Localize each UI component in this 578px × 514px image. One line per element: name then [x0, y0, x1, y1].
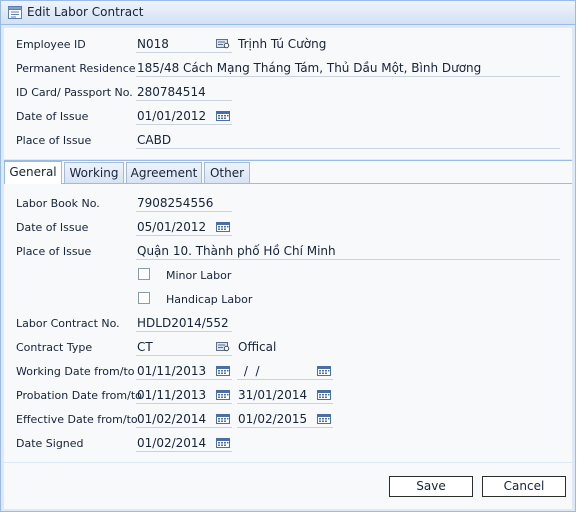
contract-type-label: Contract Type	[16, 341, 93, 354]
dialog-footer: Save Cancel	[4, 463, 572, 509]
effective-date-to-field[interactable]: 01/02/2015	[238, 412, 307, 426]
window-title: Edit Labor Contract	[27, 5, 144, 19]
contract-tab-panel: General Working Agreement Other Labor Bo…	[4, 160, 572, 462]
contract-type-name: Offical	[238, 340, 277, 354]
tab-agreement[interactable]: Agreement	[126, 162, 202, 183]
effective-date-label: Effective Date from/to	[16, 413, 138, 426]
date-of-issue-field[interactable]: 01/01/2012	[137, 109, 206, 123]
cancel-button[interactable]: Cancel	[482, 476, 566, 497]
calendar-icon[interactable]	[216, 438, 230, 448]
labor-book-date-field[interactable]: 05/01/2012	[137, 220, 206, 234]
tab-strip: General Working Agreement Other	[4, 161, 572, 184]
lookup-icon[interactable]	[216, 342, 230, 352]
working-date-from-field[interactable]: 01/11/2013	[137, 364, 206, 378]
employee-name: Trịnh Tú Cường	[238, 37, 327, 51]
lookup-icon[interactable]	[216, 39, 230, 49]
labor-book-date-label: Date of Issue	[16, 221, 89, 234]
tab-other[interactable]: Other	[204, 162, 250, 183]
calendar-icon[interactable]	[317, 390, 331, 400]
probation-date-to-field[interactable]: 31/01/2014	[238, 388, 307, 402]
handicap-labor-label: Handicap Labor	[166, 293, 253, 306]
employee-id-label: Employee ID	[16, 38, 86, 51]
handicap-labor-checkbox[interactable]	[138, 292, 150, 304]
labor-book-label: Labor Book No.	[16, 197, 100, 210]
title-bar[interactable]: Edit Labor Contract	[1, 1, 575, 25]
working-date-label: Working Date from/to	[16, 365, 135, 378]
permanent-residence-field[interactable]: 185/48 Cách Mạng Tháng Tám, Thủ Dầu Một,…	[137, 61, 481, 75]
date-signed-label: Date Signed	[16, 437, 84, 450]
contract-no-field[interactable]: HDLD2014/552	[137, 316, 229, 330]
labor-book-place-label: Place of Issue	[16, 245, 92, 258]
edit-form-icon	[8, 6, 22, 19]
contract-no-label: Labor Contract No.	[16, 317, 120, 330]
date-of-issue-label: Date of Issue	[16, 110, 89, 123]
calendar-icon[interactable]	[216, 414, 230, 424]
place-of-issue-field[interactable]: CABD	[137, 133, 171, 147]
labor-book-field[interactable]: 7908254556	[137, 196, 213, 210]
working-date-to-field[interactable]: / /	[240, 364, 260, 378]
calendar-icon[interactable]	[216, 222, 230, 232]
probation-date-from-field[interactable]: 01/11/2013	[137, 388, 206, 402]
permanent-residence-label: Permanent Residence	[16, 62, 136, 75]
calendar-icon[interactable]	[216, 366, 230, 376]
tab-working[interactable]: Working	[64, 162, 124, 183]
minor-labor-label: Minor Labor	[166, 269, 232, 282]
calendar-icon[interactable]	[216, 390, 230, 400]
tab-general[interactable]: General	[4, 161, 62, 184]
calendar-icon[interactable]	[216, 111, 230, 121]
date-signed-field[interactable]: 01/02/2014	[137, 436, 206, 450]
employee-id-field[interactable]: N018	[137, 37, 169, 51]
effective-date-from-field[interactable]: 01/02/2014	[137, 412, 206, 426]
edit-labor-contract-window: Edit Labor Contract Employee ID N018 Trị…	[0, 0, 576, 512]
minor-labor-checkbox[interactable]	[138, 268, 150, 280]
contract-type-field[interactable]: CT	[137, 340, 153, 354]
labor-book-place-field[interactable]: Quận 10. Thành phố Hồ Chí Minh	[137, 244, 336, 258]
save-button[interactable]: Save	[389, 476, 473, 497]
id-card-label: ID Card/ Passport No.	[16, 86, 133, 99]
calendar-icon[interactable]	[317, 366, 331, 376]
probation-date-label: Probation Date from/to	[16, 389, 142, 402]
calendar-icon[interactable]	[317, 414, 331, 424]
place-of-issue-label: Place of Issue	[16, 134, 92, 147]
employee-info-panel: Employee ID N018 Trịnh Tú Cường Permanen…	[4, 28, 572, 159]
id-card-field[interactable]: 280784514	[137, 85, 206, 99]
